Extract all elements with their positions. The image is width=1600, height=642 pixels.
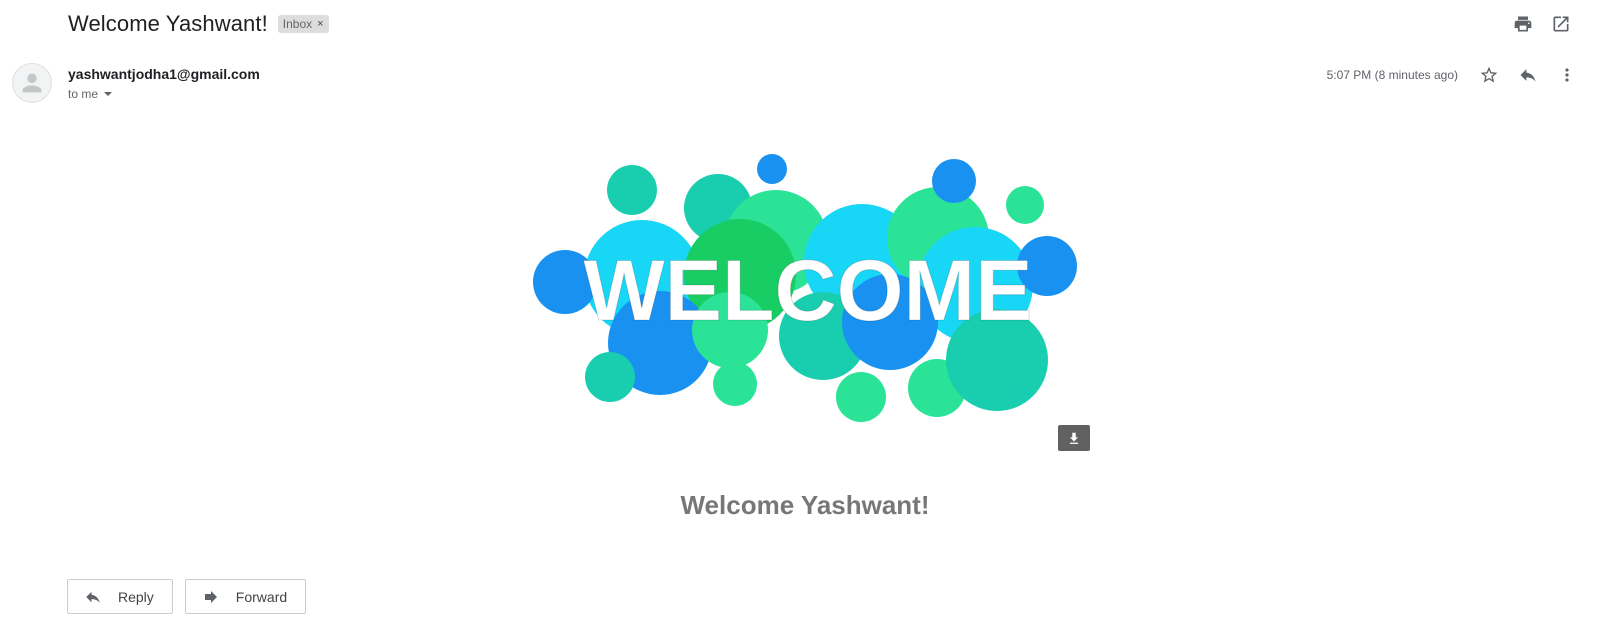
reply-icon [86, 591, 100, 603]
remove-label-button[interactable]: × [317, 18, 323, 30]
forward-icon [204, 590, 217, 603]
avatar-icon [22, 73, 42, 93]
banner-bubble [1006, 186, 1044, 224]
banner-bubble [585, 352, 635, 402]
message-meta: 5:07 PM (8 minutes ago) [1327, 64, 1578, 86]
open-in-new-window-icon [1553, 16, 1569, 32]
chevron-down-icon [104, 92, 113, 96]
download-image-button[interactable] [1058, 425, 1090, 451]
thread-actions [1512, 13, 1572, 35]
open-in-new-window-button[interactable] [1550, 13, 1572, 35]
banner-bubble [757, 154, 787, 184]
label-text: Inbox [282, 17, 313, 31]
banner-bubble [836, 372, 886, 422]
recipient-details-toggle[interactable]: to me [68, 87, 113, 101]
message-timestamp: 5:07 PM (8 minutes ago) [1326, 68, 1458, 82]
star-button[interactable] [1478, 64, 1500, 86]
welcome-banner-image: WELCOME [533, 154, 1077, 422]
banner-bubble [713, 362, 757, 406]
inbox-label-chip: Inbox × [277, 15, 329, 33]
recipient-text: to me [68, 87, 99, 101]
sender-avatar[interactable] [12, 63, 52, 103]
reply-button[interactable]: Reply [67, 579, 173, 614]
forward-label: Forward [235, 588, 288, 605]
welcome-banner-text: WELCOME [583, 243, 1032, 339]
print-icon [1514, 16, 1532, 32]
reply-label: Reply [118, 588, 154, 605]
message-body-heading: Welcome Yashwant! [680, 490, 930, 520]
star-icon [1480, 66, 1498, 83]
sender-email[interactable]: yashwantjodha1@gmail.com [68, 66, 260, 82]
more-vert-icon [1565, 68, 1569, 82]
reply-icon-button[interactable] [1517, 64, 1539, 86]
download-icon [1069, 432, 1079, 444]
banner-bubble [607, 165, 657, 215]
reply-icon [1520, 69, 1536, 82]
reply-actions: Reply Forward [67, 579, 307, 614]
subject-row: Welcome Yashwant! Inbox × [68, 10, 329, 38]
more-options-button[interactable] [1556, 64, 1578, 86]
banner-bubble [932, 159, 976, 203]
email-subject: Welcome Yashwant! [68, 11, 268, 36]
print-all-button[interactable] [1512, 13, 1534, 35]
forward-button[interactable]: Forward [184, 579, 307, 614]
